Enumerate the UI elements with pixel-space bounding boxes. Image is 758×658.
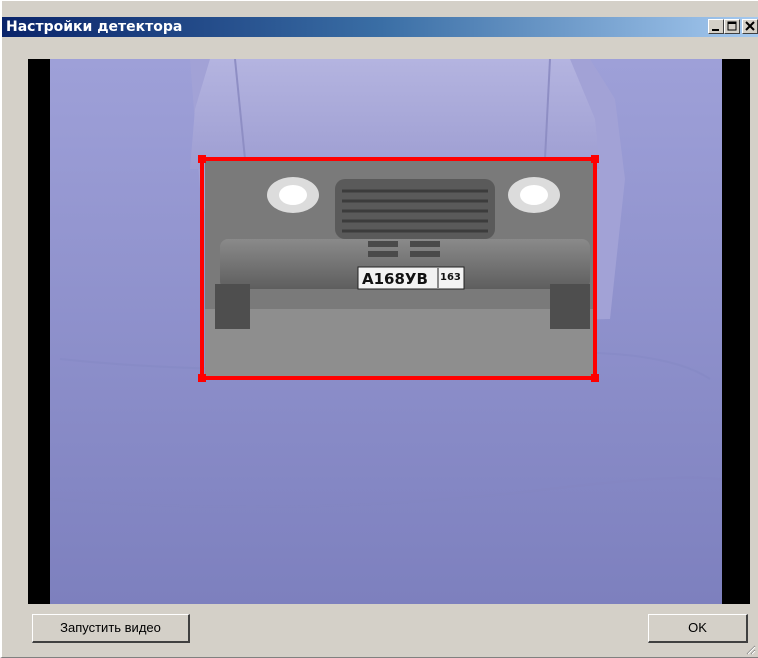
ok-button[interactable]: OK [648,614,748,643]
roi-handle-top-left[interactable] [198,155,206,163]
resize-grip-icon[interactable] [744,643,756,655]
roi-handle-bottom-left[interactable] [198,374,206,382]
close-button[interactable] [742,19,758,34]
camera-image: А168УВ 163 [50,59,722,604]
plate-region-text: 163 [440,272,461,283]
window-title: Настройки детектора [6,19,183,35]
roi-handle-top-right[interactable] [591,155,599,163]
detector-settings-window: Настройки детектора А168УВ 163 Запустить… [0,0,758,658]
plate-number-text: А168УВ [362,270,428,288]
minimize-icon [712,29,719,31]
roi-handle-bottom-right[interactable] [591,374,599,382]
minimize-button[interactable] [708,19,724,34]
title-bar[interactable]: Настройки детектора [2,17,758,37]
maximize-icon [727,21,737,31]
close-icon [745,21,755,31]
maximize-button[interactable] [724,19,740,34]
video-preview[interactable]: А168УВ 163 [50,59,722,604]
video-frame: А168УВ 163 [28,59,750,604]
start-video-button[interactable]: Запустить видео [32,614,190,643]
